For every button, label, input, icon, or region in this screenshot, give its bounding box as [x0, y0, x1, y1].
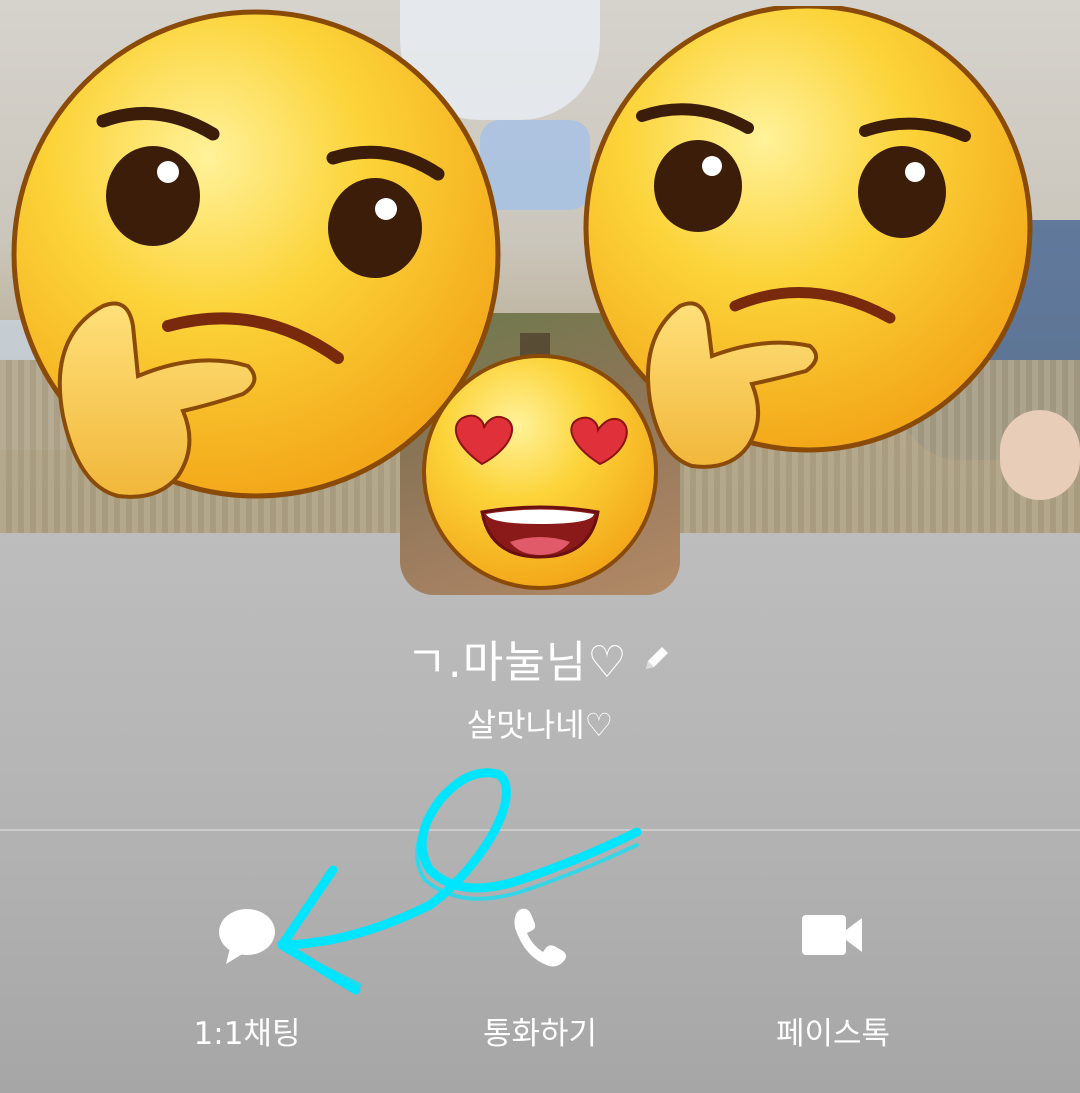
chat-action-button[interactable]: 1:1채팅: [127, 900, 367, 1060]
profile-screen: ㄱ.마눌님♡ 살맛나네♡ 1:1채팅 통화하기 페이스톡: [0, 0, 1080, 1093]
call-action-label: 통화하기: [482, 1016, 598, 1052]
chat-bubble-icon: [219, 909, 275, 964]
divider: [0, 829, 1080, 831]
video-camera-icon: [802, 915, 862, 955]
chat-action-label: 1:1채팅: [193, 1016, 301, 1052]
profile-name-row: ㄱ.마눌님♡: [0, 628, 1080, 688]
facetalk-action-label: 페이스톡: [775, 1016, 891, 1052]
profile-name: ㄱ.마눌님♡: [406, 637, 628, 688]
heart-eyes-sticker: [422, 354, 658, 590]
call-action-button[interactable]: 통화하기: [420, 900, 660, 1060]
status-message: 살맛나네♡: [466, 706, 614, 744]
phone-icon: [514, 908, 566, 967]
pencil-edit-icon[interactable]: [640, 641, 674, 675]
facetalk-action-button[interactable]: 페이스톡: [713, 900, 953, 1060]
